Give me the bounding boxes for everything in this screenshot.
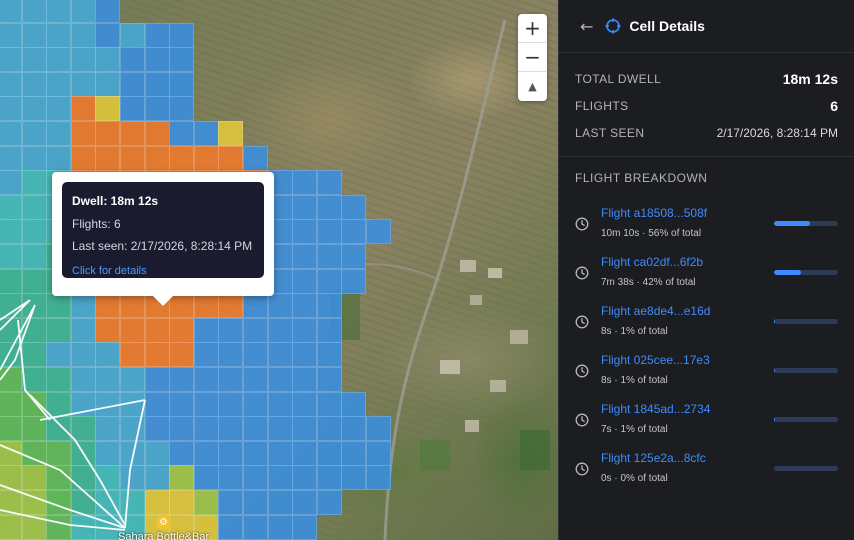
summary-row-flights: FLIGHTS 6	[575, 92, 838, 119]
summary-value: 18m 12s	[782, 70, 838, 87]
flight-info: Flight 025cee...17e3 8s · 1% of total	[601, 353, 774, 388]
flight-meta: 7s · 1% of total	[601, 424, 668, 435]
breakdown-title: FLIGHT BREAKDOWN	[575, 171, 708, 185]
flight-row[interactable]: Flight 1845ad...2734 7s · 1% of total	[575, 395, 838, 444]
flight-row[interactable]: Flight ca02df...6f2b 7m 38s · 42% of tota…	[575, 248, 838, 297]
flight-meta: 8s · 1% of total	[601, 326, 668, 337]
compass-button[interactable]: ▲	[518, 72, 547, 101]
zoom-out-button[interactable]: −	[518, 43, 547, 72]
flight-row[interactable]: Flight 125e2a...8cfc 0s · 0% of total	[575, 444, 838, 493]
flight-link[interactable]: Flight 1845ad...2734	[601, 402, 774, 416]
map-view[interactable]: + − ▲ Dwell: 18m 12s Flights: 6 Last see…	[0, 0, 558, 540]
summary-label: LAST SEEN	[575, 125, 645, 140]
flight-meta: 7m 38s · 42% of total	[601, 277, 696, 288]
summary-row-last-seen: LAST SEEN 2/17/2026, 8:28:14 PM	[575, 119, 838, 146]
tooltip-details-link[interactable]: Click for details	[72, 265, 147, 277]
clock-icon	[575, 364, 589, 377]
flight-link[interactable]: Flight 025cee...17e3	[601, 353, 774, 367]
flight-breakdown: FLIGHT BREAKDOWN Flight a18508...508f 10m…	[559, 157, 854, 493]
share-bar-fill	[774, 221, 810, 226]
flight-info: Flight 125e2a...8cfc 0s · 0% of total	[601, 451, 774, 486]
flight-link[interactable]: Flight 125e2a...8cfc	[601, 451, 774, 465]
share-bar-fill	[774, 319, 776, 324]
zoom-in-button[interactable]: +	[518, 14, 547, 43]
flight-info: Flight a18508...508f 10m 10s · 56% of tot…	[601, 206, 774, 241]
tooltip-content: Dwell: 18m 12s Flights: 6 Last seen: 2/1…	[62, 182, 264, 278]
crosshair-icon	[605, 18, 621, 34]
flight-meta: 10m 10s · 56% of total	[601, 228, 702, 239]
flight-info: Flight 1845ad...2734 7s · 1% of total	[601, 402, 774, 437]
share-bar	[774, 466, 838, 471]
share-bar-fill	[774, 368, 776, 373]
summary-row-total-dwell: TOTAL DWELL 18m 12s	[575, 65, 838, 92]
clock-icon	[575, 462, 589, 475]
flight-list: Flight a18508...508f 10m 10s · 56% of tot…	[575, 199, 838, 493]
cell-details-panel: ← Cell Details TOTAL DWELL 18m 12s FLIGH…	[558, 0, 854, 540]
clock-icon	[575, 266, 589, 279]
tooltip-last-seen: Last seen: 2/17/2026, 8:28:14 PM	[72, 239, 253, 253]
summary-value: 2/17/2026, 8:28:14 PM	[716, 125, 838, 140]
share-bar	[774, 368, 838, 373]
share-bar	[774, 319, 838, 324]
tooltip-flights: Flights: 6	[72, 217, 121, 231]
share-bar	[774, 270, 838, 275]
summary-label: TOTAL DWELL	[575, 71, 662, 86]
summary-value: 6	[830, 97, 838, 114]
flight-info: Flight ae8de4...e16d 8s · 1% of total	[601, 304, 774, 339]
clock-icon	[575, 315, 589, 328]
restaurant-icon[interactable]: ⚙	[156, 515, 171, 530]
share-bar-fill	[774, 417, 776, 422]
flight-meta: 0s · 0% of total	[601, 473, 668, 484]
cell-summary: TOTAL DWELL 18m 12s FLIGHTS 6 LAST SEEN …	[559, 53, 854, 157]
zoom-control: + − ▲	[518, 14, 547, 101]
share-bar-fill	[774, 270, 801, 275]
flight-link[interactable]: Flight a18508...508f	[601, 206, 774, 220]
cell-tooltip: Dwell: 18m 12s Flights: 6 Last seen: 2/1…	[52, 172, 274, 306]
clock-icon	[575, 413, 589, 426]
clock-icon	[575, 217, 589, 230]
panel-title: Cell Details	[629, 18, 705, 34]
panel-header: ← Cell Details	[559, 0, 854, 53]
arrow-left-icon[interactable]: ←	[580, 17, 593, 36]
share-bar	[774, 417, 838, 422]
flight-info: Flight ca02df...6f2b 7m 38s · 42% of tota…	[601, 255, 774, 290]
summary-label: FLIGHTS	[575, 98, 629, 113]
flight-link[interactable]: Flight ca02df...6f2b	[601, 255, 774, 269]
flight-meta: 8s · 1% of total	[601, 375, 668, 386]
poi-label: Sahara Bottle&Bar	[118, 531, 210, 540]
flight-row[interactable]: Flight 025cee...17e3 8s · 1% of total	[575, 346, 838, 395]
flight-row[interactable]: Flight a18508...508f 10m 10s · 56% of tot…	[575, 199, 838, 248]
share-bar	[774, 221, 838, 226]
flight-link[interactable]: Flight ae8de4...e16d	[601, 304, 774, 318]
tooltip-dwell: Dwell: 18m 12s	[72, 194, 159, 208]
flight-row[interactable]: Flight ae8de4...e16d 8s · 1% of total	[575, 297, 838, 346]
